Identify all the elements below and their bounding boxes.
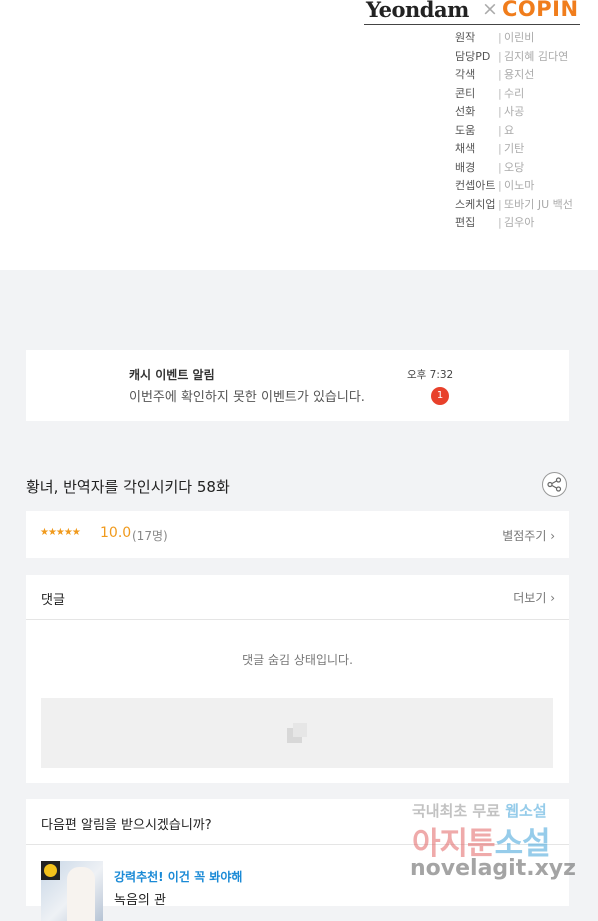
credit-role: 도움 (455, 123, 476, 137)
divider (26, 619, 569, 620)
comments-title: 댓글 (41, 593, 65, 608)
share-icon (547, 477, 562, 492)
next-alert-question: 다음편 알림을 받으시겠습니까? (41, 818, 212, 833)
credit-name: 또바기 JU 백선 (504, 197, 573, 211)
credit-role: 스케치업 (455, 197, 496, 211)
rating-count: (17명) (132, 529, 168, 543)
credit-role: 각색 (455, 68, 476, 81)
credit-role: 컨셉아트 (455, 179, 496, 192)
credit-role: 담당PD (455, 49, 491, 63)
credit-role: 콘티 (455, 86, 476, 100)
publisher-logo: Yeondam × COPIN (364, 0, 580, 25)
credit-role: 원작 (455, 31, 476, 44)
credits-panel: Yeondam × COPIN 원작 | 이린비 담당PD | 김지혜 김다연 각색 | 용… (0, 0, 598, 270)
site-watermark: 국내최초 무료 웹소설 아지툰소설 novelagit.xyz (410, 802, 576, 881)
event-notification[interactable]: 캐시 이벤트 알림 이번주에 확인하지 못한 이벤트가 있습니다. 오후 7:3… (26, 350, 569, 421)
recommend-thumbnail[interactable] (41, 861, 103, 921)
ad-placeholder[interactable] (41, 698, 553, 768)
share-button[interactable] (542, 472, 567, 497)
credit-name: 김지혜 김다연 (504, 49, 569, 63)
credit-name: 기탄 (504, 142, 525, 155)
notification-time: 오후 7:32 (407, 369, 454, 381)
copin-logo-text: COPIN (502, 0, 579, 21)
credit-name: 오당 (504, 160, 525, 174)
recommend-work-title[interactable]: 녹음의 관 (114, 889, 166, 908)
notification-badge: 1 (431, 387, 449, 405)
star-rating-icon: ★★★★★ (40, 527, 81, 538)
credit-name: 이노마 (504, 179, 535, 192)
thumbnail-figure (67, 867, 95, 921)
credit-role: 선화 (455, 105, 476, 118)
credit-name: 김우아 (504, 216, 535, 229)
comments-hidden-message: 댓글 숨김 상태입니다. (242, 653, 353, 667)
credit-name: 요 (504, 123, 515, 137)
rate-button[interactable]: 별점주기 › (502, 527, 555, 544)
credit-name: 사공 (504, 105, 525, 118)
credit-role: 편집 (455, 216, 476, 229)
comments-section: 댓글 더보기 › 댓글 숨김 상태입니다. (26, 575, 569, 783)
image-placeholder-icon (287, 723, 307, 743)
cross-mark: × (482, 0, 498, 20)
yeondam-logo-text: Yeondam (366, 0, 469, 22)
credit-name: 이린비 (504, 31, 535, 44)
notification-title: 캐시 이벤트 알림 (129, 368, 215, 382)
rating-score: 10.0 (100, 525, 132, 541)
credit-name: 수리 (504, 86, 525, 100)
credit-name: 용지선 (504, 68, 535, 81)
recommend-label[interactable]: 강력추천! 이건 꼭 봐야해 (114, 868, 242, 885)
clock-icon (41, 861, 60, 880)
rating-bar: ★★★★★ 10.0 (17명) 별점주기 › (26, 511, 569, 558)
episode-title: 황녀, 반역자를 각인시키다 58화 (26, 478, 230, 496)
comments-more-link[interactable]: 더보기 › (513, 589, 555, 606)
notification-message: 이번주에 확인하지 못한 이벤트가 있습니다. (129, 390, 365, 405)
credit-role: 배경 (455, 160, 476, 174)
credit-role: 채색 (455, 142, 476, 155)
